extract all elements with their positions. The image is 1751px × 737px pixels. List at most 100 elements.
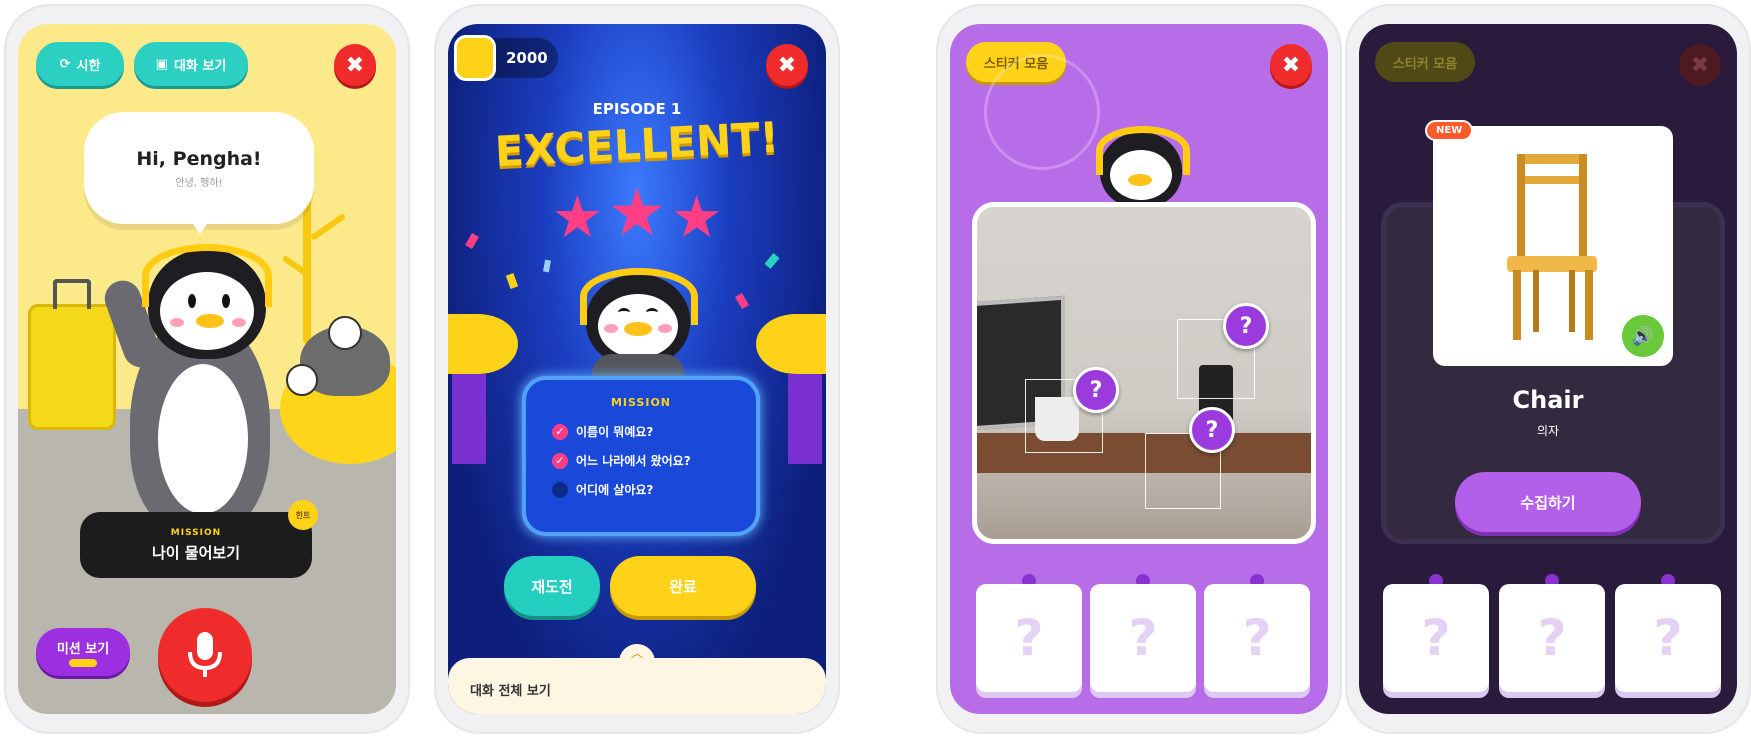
mission-text: 나이 물어보기 [151,543,241,562]
trumpet-left [448,314,518,374]
sticker-reward-screen: 스티커 모음 ✖ NEW 🔊 Chair 의자 수집하기 ? ? ? [1359,24,1737,714]
speech-bubble: Hi, Pengha! 안녕, 펭하! [84,112,314,224]
unchecked-icon [552,481,568,498]
penguin-blush [658,324,672,333]
toggle-icon [69,658,97,667]
sticker-slot[interactable]: ? [1204,584,1310,692]
plant-branch [309,213,347,241]
lightbulb-icon: 힌트 [295,510,311,520]
penguin-face [160,272,254,350]
banner-left [452,374,486,464]
penguin-belly [158,364,248,514]
penguin-beak [196,314,224,328]
view-conversation-button[interactable]: ▣ 대화 보기 [134,42,248,86]
sticker-slot[interactable]: ? [1499,584,1605,692]
penguin-eye [188,294,196,308]
full-conversation-label: 대화 전체 보기 [470,684,551,699]
penguin-eye-closed [618,308,630,317]
word-translation: 의자 [1536,424,1560,438]
suitcase-handle [53,279,91,309]
coin-amount: 2000 [506,49,548,67]
word-label: Chair [1512,386,1584,414]
finish-button[interactable]: 완료 [610,556,756,616]
hint-button[interactable]: 힌트 [288,500,318,530]
result-screen: 2000 ✖ EPISODE 1 EXCELLENT! ★ ★ ★ MISSIO… [448,24,826,714]
mission-view-button[interactable]: 미션 보기 [36,628,130,676]
mission-item: ✓ 이름이 뭐예요? [552,423,756,440]
banner-right [788,374,822,464]
star-icon: ★ [607,174,667,251]
penguin-beak [624,322,652,336]
speech-bubble-tail [190,220,210,234]
speech-text: Hi, Pengha! [136,147,262,170]
penguin-blush [232,318,246,327]
confetti [465,232,479,250]
scene-frame: ? ? ? [972,202,1316,544]
close-button[interactable]: ✖ [766,44,808,86]
confetti [543,259,551,273]
penguin-eye [222,294,230,308]
penguin-blush [170,318,184,327]
close-button[interactable]: ✖ [334,44,376,86]
penguin-blush [604,324,618,333]
hotspot-question-button[interactable]: ? [1073,367,1119,413]
full-conversation-sheet[interactable]: ︿ 대화 전체 보기 [448,644,826,714]
close-icon: ✖ [1690,52,1710,78]
star-icon: ★ [551,183,604,251]
retry-button[interactable]: 재도전 [504,556,600,616]
mission-panel: MISSION ✓ 이름이 뭐예요? ✓ 어느 나라에서 왔어요? 어디에 살아… [522,376,760,536]
mission-item: 어디에 살아요? [552,481,756,498]
speech-translation: 안녕, 펭하! [175,177,223,189]
chat-icon: ▣ [155,56,168,72]
confetti [764,253,780,269]
wall-clock-decoration [984,54,1100,170]
penguin-eye-closed [646,308,658,317]
creature-eye-icon [286,364,318,396]
coin-jar-icon [454,35,496,81]
phone-frame-1: ⟳ 시한 ▣ 대화 보기 ✖ Hi, Pengha! 안녕, 펭하! MISSI [4,4,410,734]
close-button[interactable]: ✖ [1270,44,1312,86]
chevron-up-icon: ︿ [619,644,655,664]
collect-button[interactable]: 수집하기 [1455,472,1641,532]
find-object-screen: 스티커 모음 ✖ ? ? ? ? ? ? [950,24,1328,714]
close-icon: ✖ [777,52,797,78]
close-button[interactable]: ✖ [1679,44,1721,86]
hotspot-question-button[interactable]: ? [1223,303,1269,349]
chair-image [1507,154,1597,340]
speaker-icon: 🔊 [1631,325,1655,347]
microphone-icon [188,632,222,677]
confetti [735,292,749,310]
sticker-slot[interactable]: ? [1090,584,1196,692]
sticker-slot[interactable]: ? [1383,584,1489,692]
excellent-headline: EXCELLENT! [493,112,781,177]
play-sound-button[interactable]: 🔊 [1619,312,1667,360]
check-icon: ✓ [552,452,568,469]
mission-list: ✓ 이름이 뭐예요? ✓ 어느 나라에서 왔어요? 어디에 살아요? [552,423,756,498]
translate-button[interactable]: ⟳ 시한 [36,42,124,86]
sticker-card: NEW 🔊 [1425,120,1673,366]
sticker-slot[interactable]: ? [1615,584,1721,692]
star-icon: ★ [670,183,723,251]
sticker-collection-button[interactable]: 스티커 모음 [1375,42,1475,82]
suitcase-image [28,304,116,430]
mission-banner: MISSION 나이 물어보기 [80,512,312,578]
phone-frame-3: 스티커 모음 ✖ ? ? ? ? ? ? [936,4,1342,734]
star-rating: ★ ★ ★ [532,174,742,252]
trumpet-right [756,314,826,374]
microphone-button[interactable] [158,608,252,702]
sticker-slot[interactable]: ? [976,584,1082,692]
hotspot-question-button[interactable]: ? [1189,407,1235,453]
close-icon: ✖ [1281,52,1301,78]
creature-eye-icon [328,316,362,350]
coin-counter: 2000 [454,35,558,81]
phone-frame-2: 2000 ✖ EPISODE 1 EXCELLENT! ★ ★ ★ MISSIO… [434,4,840,734]
new-badge: NEW [1425,120,1474,141]
conversation-screen: ⟳ 시한 ▣ 대화 보기 ✖ Hi, Pengha! 안녕, 펭하! MISSI [18,24,396,714]
mission-title: MISSION [610,396,672,409]
refresh-icon: ⟳ [59,56,71,72]
mission-item: ✓ 어느 나라에서 왔어요? [552,452,756,469]
close-icon: ✖ [345,52,365,78]
penguin-beak [1128,174,1152,186]
phone-frame-4: 스티커 모음 ✖ NEW 🔊 Chair 의자 수집하기 ? ? ? [1345,4,1751,734]
check-icon: ✓ [552,423,568,440]
